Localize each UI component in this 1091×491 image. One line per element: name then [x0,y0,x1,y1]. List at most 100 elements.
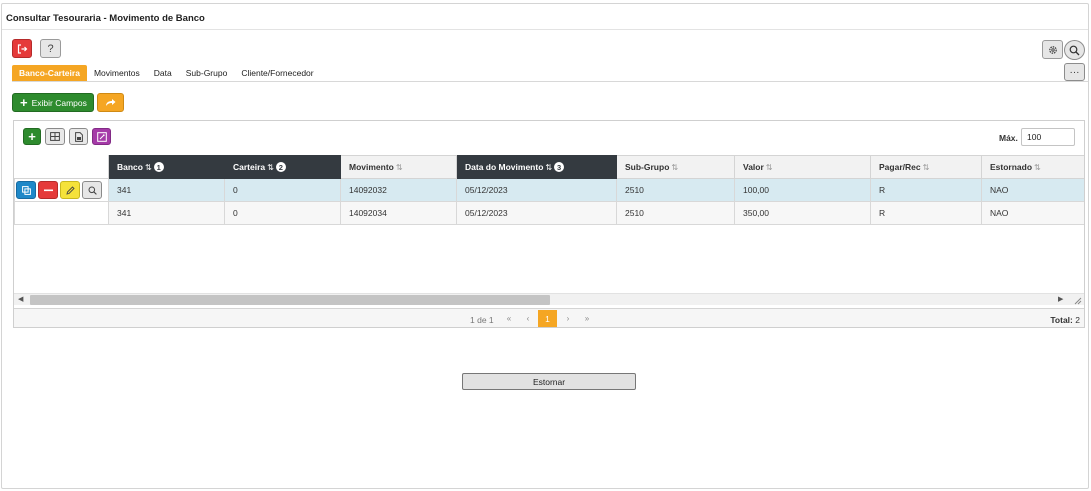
share-arrow-icon [106,99,116,106]
first-page-button[interactable]: « [502,312,516,326]
row-actions [14,178,109,202]
cell-carteira: 0 [224,201,341,225]
cell-estornado: NAO [981,178,1084,202]
table-row[interactable]: 341 0 14092034 05/12/2023 2510 350,00 R … [14,201,1084,225]
edit-button[interactable] [60,181,80,199]
gear-icon [1048,45,1057,54]
col-header-estornado[interactable]: Estornado ⇅ [981,155,1084,179]
cell-valor: 350,00 [734,201,871,225]
grid-add-button[interactable]: + [23,128,41,145]
cell-sub-grupo: 2510 [616,178,735,202]
view-icon [88,186,97,195]
exibir-campos-label: Exibir Campos [31,97,87,108]
table-header-row: Banco ⇅ 1 Carteira ⇅ 2 Movimento ⇅ Data do Mo… [14,155,1084,179]
sort-icon: ⇅ [144,162,152,172]
columns-icon [50,132,60,141]
col-header-label: Carteira [233,161,266,172]
copy-icon [21,185,31,195]
sort-order-badge: 2 [275,162,286,173]
current-page-button[interactable]: 1 [538,310,557,327]
total-count: Total: 2 [1050,315,1080,325]
more-options-button[interactable]: ··· [1064,63,1085,81]
pagination: 1 de 1 « ‹ 1 › » Total: 2 [14,308,1084,327]
delete-button[interactable] [38,181,58,199]
cell-data-movimento: 05/12/2023 [456,201,617,225]
table-row[interactable]: 341 0 14092032 05/12/2023 2510 100,00 R … [14,178,1084,202]
grid-clear-filter-button[interactable] [92,128,111,145]
exit-button[interactable] [12,39,32,58]
view-button[interactable] [82,181,102,199]
tab-data[interactable]: Data [147,65,179,81]
col-header-label: Banco [117,161,143,172]
edit-icon [65,185,75,195]
scroll-left-icon[interactable]: ◀ [18,294,23,306]
estornar-button[interactable]: Estornar [462,373,636,390]
scrollbar-thumb[interactable] [30,295,550,305]
share-button[interactable] [97,93,124,112]
col-header-carteira[interactable]: Carteira ⇅ 2 [224,155,341,179]
cell-data-movimento: 05/12/2023 [456,178,617,202]
delete-icon [43,189,53,191]
help-button[interactable]: ? [40,39,61,58]
col-header-label: Data do Movimento [465,161,544,172]
scroll-right-icon[interactable]: ▶ [1058,294,1063,306]
actions-header [14,155,109,179]
exibir-campos-button[interactable]: + Exibir Campos [12,93,94,112]
last-page-button[interactable]: » [580,312,594,326]
cell-movimento: 14092034 [340,201,457,225]
max-rows-input[interactable] [1021,128,1075,146]
search-button[interactable] [1064,40,1085,60]
exit-icon [17,43,27,54]
col-header-label: Valor [743,162,764,172]
max-label: Máx. [999,133,1018,143]
cell-pagar-rec: R [870,201,982,225]
col-header-label: Pagar/Rec [879,162,921,172]
col-header-banco[interactable]: Banco ⇅ 1 [108,155,225,179]
col-header-sub-grupo[interactable]: Sub-Grupo ⇅ [616,155,735,179]
tab-movimentos[interactable]: Movimentos [87,65,147,81]
sort-icon: ⇅ [545,162,553,172]
cell-estornado: NAO [981,201,1084,225]
tab-banco-carteira[interactable]: Banco-Carteira [12,65,87,81]
settings-button[interactable] [1042,40,1063,59]
tab-sub-grupo[interactable]: Sub-Grupo [179,65,235,81]
grid-export-button[interactable] [69,128,88,145]
col-header-valor[interactable]: Valor ⇅ [734,155,871,179]
cell-movimento: 14092032 [340,178,457,202]
total-label: Total: [1050,315,1073,325]
col-header-label: Estornado [990,162,1033,172]
export-icon [74,131,83,142]
sort-icon: ⇅ [1034,163,1041,172]
row-actions [14,201,109,225]
total-value: 2 [1075,315,1080,325]
tab-cliente-fornecedor[interactable]: Cliente/Fornecedor [234,65,320,81]
grid-columns-button[interactable] [45,128,65,145]
page-info: 1 de 1 [470,315,494,325]
window-title: Consultar Tesouraria - Movimento de Banc… [6,13,205,24]
resize-handle-icon[interactable] [1072,295,1082,305]
cell-valor: 100,00 [734,178,871,202]
col-header-movimento[interactable]: Movimento ⇅ [340,155,457,179]
search-icon [1069,45,1080,55]
help-label: ? [47,42,54,55]
sort-icon: ⇅ [267,162,274,172]
results-table: Banco ⇅ 1 Carteira ⇅ 2 Movimento ⇅ Data do Mo… [14,155,1084,225]
add-icon: + [28,129,36,144]
main-panel: Consultar Tesouraria - Movimento de Banc… [1,3,1089,489]
prev-page-button[interactable]: ‹ [521,312,535,326]
next-page-button[interactable]: › [561,312,575,326]
data-grid: + Máx. Banco⇅1 Carteira⇅2 Movimento⇅ [13,120,1085,328]
col-header-data-movimento[interactable]: Data do Movimento ⇅ 3 [456,155,617,179]
more-icon: ··· [1069,66,1080,78]
copy-button[interactable] [16,181,36,199]
plus-icon: + [20,95,28,110]
col-header-pagar-rec[interactable]: Pagar/Rec ⇅ [870,155,982,179]
col-header-label: Sub-Grupo [625,162,670,172]
cell-banco: 341 [108,201,225,225]
title-divider [2,29,1088,30]
col-header-label: Movimento [349,162,394,172]
tab-bar: Banco-Carteira Movimentos Data Sub-Grupo… [12,65,321,81]
sort-order-badge: 1 [153,162,164,173]
horizontal-scrollbar[interactable]: ◀ ▶ [14,293,1084,305]
sort-icon: ⇅ [395,163,403,172]
